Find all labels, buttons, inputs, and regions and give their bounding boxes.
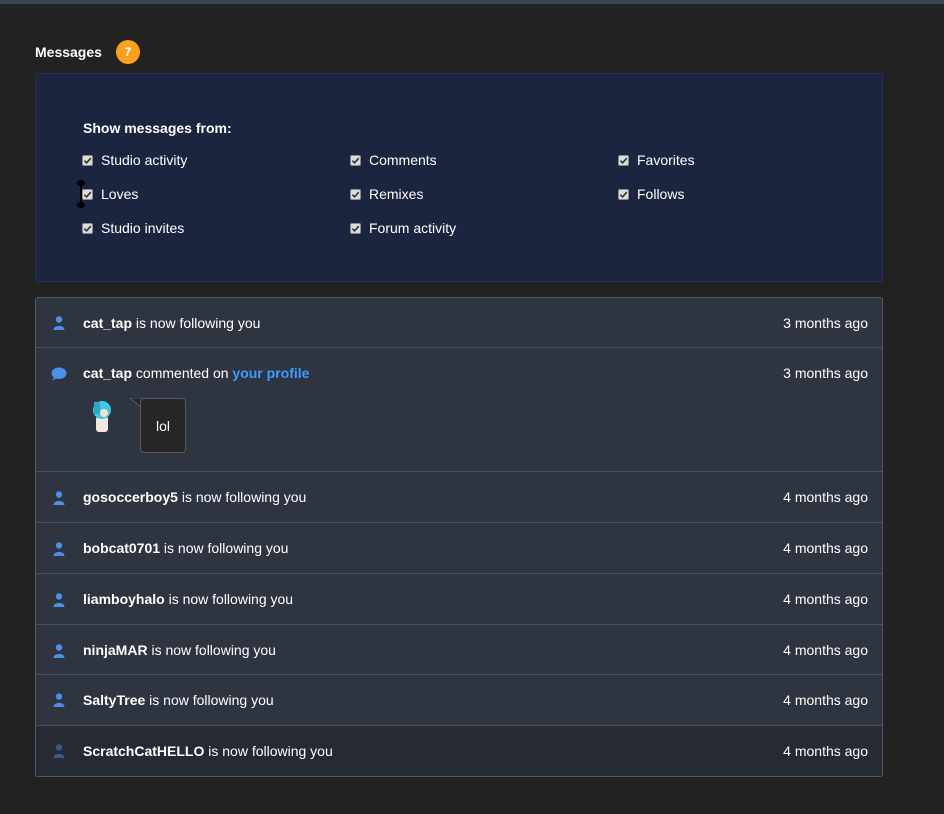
filter-forum-activity[interactable]: Forum activity	[350, 219, 456, 237]
message-action: is now following you	[132, 315, 261, 331]
filter-title: Show messages from:	[83, 120, 232, 136]
message-text: SaltyTree is now following you	[83, 692, 274, 708]
filter-label: Forum activity	[369, 220, 457, 236]
message-row: cat_tap is now following you 3 months ag…	[36, 298, 882, 348]
user-icon	[53, 593, 65, 607]
filter-label: Loves	[101, 186, 139, 202]
checkbox-checked-icon[interactable]	[618, 154, 629, 166]
message-text: bobcat0701 is now following you	[83, 540, 288, 556]
message-text: cat_tap is now following you	[83, 315, 260, 331]
message-time: 4 months ago	[783, 692, 868, 708]
filter-studio-invites[interactable]: Studio invites	[82, 219, 184, 237]
message-row: SaltyTree is now following you 4 months …	[36, 675, 882, 726]
filter-studio-activity[interactable]: Studio activity	[82, 151, 187, 169]
filter-loves[interactable]: Loves	[82, 185, 138, 203]
username-link[interactable]: ninjaMAR	[83, 642, 148, 658]
message-action: is now following you	[164, 591, 294, 607]
top-bar	[0, 0, 944, 4]
username-link[interactable]: liamboyhalo	[83, 591, 165, 607]
message-row: gosoccerboy5 is now following you 4 mont…	[36, 472, 882, 523]
filter-comments[interactable]: Comments	[350, 151, 437, 169]
message-row: ninjaMAR is now following you 4 months a…	[36, 625, 882, 675]
profile-link[interactable]: your profile	[232, 365, 309, 381]
username-link[interactable]: cat_tap	[83, 315, 132, 331]
message-time: 3 months ago	[783, 365, 868, 381]
message-row: bobcat0701 is now following you 4 months…	[36, 523, 882, 574]
filter-label: Follows	[637, 186, 685, 202]
filter-follows[interactable]: Follows	[618, 185, 684, 203]
message-list: cat_tap is now following you 3 months ag…	[35, 297, 883, 777]
message-text: gosoccerboy5 is now following you	[83, 489, 306, 505]
comment-bubble: lol	[140, 398, 186, 453]
filter-label: Favorites	[637, 152, 695, 168]
message-text: ScratchCatHELLO is now following you	[83, 743, 333, 759]
filter-label: Studio activity	[101, 152, 188, 168]
message-time: 4 months ago	[783, 642, 868, 658]
checkbox-checked-icon[interactable]	[350, 154, 361, 166]
filter-label: Remixes	[369, 186, 424, 202]
message-count-badge: 7	[115, 40, 140, 64]
username-link[interactable]: cat_tap	[83, 365, 132, 381]
checkbox-checked-icon[interactable]	[82, 154, 93, 166]
message-time: 3 months ago	[783, 315, 868, 331]
message-action: is now following you	[147, 642, 276, 658]
text-cursor-icon	[77, 180, 85, 208]
filter-label: Comments	[369, 152, 437, 168]
checkbox-checked-icon[interactable]	[82, 222, 93, 234]
checkbox-checked-icon[interactable]	[350, 222, 361, 234]
user-icon	[53, 491, 65, 505]
message-row: ScratchCatHELLO is now following you 4 m…	[36, 726, 882, 776]
message-row: liamboyhalo is now following you 4 month…	[36, 574, 882, 625]
messages-header: Messages 7	[35, 40, 140, 64]
filter-remixes[interactable]: Remixes	[350, 185, 423, 203]
message-text: cat_tap commented on your profile	[83, 365, 309, 381]
filter-favorites[interactable]: Favorites	[618, 151, 695, 169]
message-time: 4 months ago	[783, 743, 868, 759]
username-link[interactable]: SaltyTree	[83, 692, 145, 708]
username-link[interactable]: bobcat0701	[83, 540, 160, 556]
page-title: Messages	[35, 44, 102, 60]
message-time: 4 months ago	[783, 540, 868, 556]
username-link[interactable]: ScratchCatHELLO	[83, 743, 204, 759]
user-icon	[53, 316, 65, 330]
message-action: is now following you	[204, 743, 333, 759]
message-action: commented on	[132, 365, 233, 381]
user-icon	[53, 644, 65, 658]
checkbox-checked-icon[interactable]	[618, 188, 629, 200]
message-action: is now following you	[145, 692, 274, 708]
message-time: 4 months ago	[783, 489, 868, 505]
comment-bubble-icon	[51, 367, 67, 381]
filter-label: Studio invites	[101, 220, 185, 236]
message-action: is now following you	[160, 540, 289, 556]
message-action: is now following you	[177, 489, 307, 505]
username-link[interactable]: gosoccerboy5	[83, 489, 178, 505]
message-row-comment: cat_tap commented on your profile 3 mont…	[36, 348, 882, 472]
avatar[interactable]	[88, 396, 116, 436]
checkbox-checked-icon[interactable]	[350, 188, 361, 200]
user-icon	[53, 542, 65, 556]
user-icon	[53, 693, 65, 707]
message-text: ninjaMAR is now following you	[83, 642, 276, 658]
message-text: liamboyhalo is now following you	[83, 591, 293, 607]
user-icon	[53, 744, 65, 758]
filter-panel: Show messages from: Studio activity Comm…	[35, 73, 883, 282]
message-time: 4 months ago	[783, 591, 868, 607]
